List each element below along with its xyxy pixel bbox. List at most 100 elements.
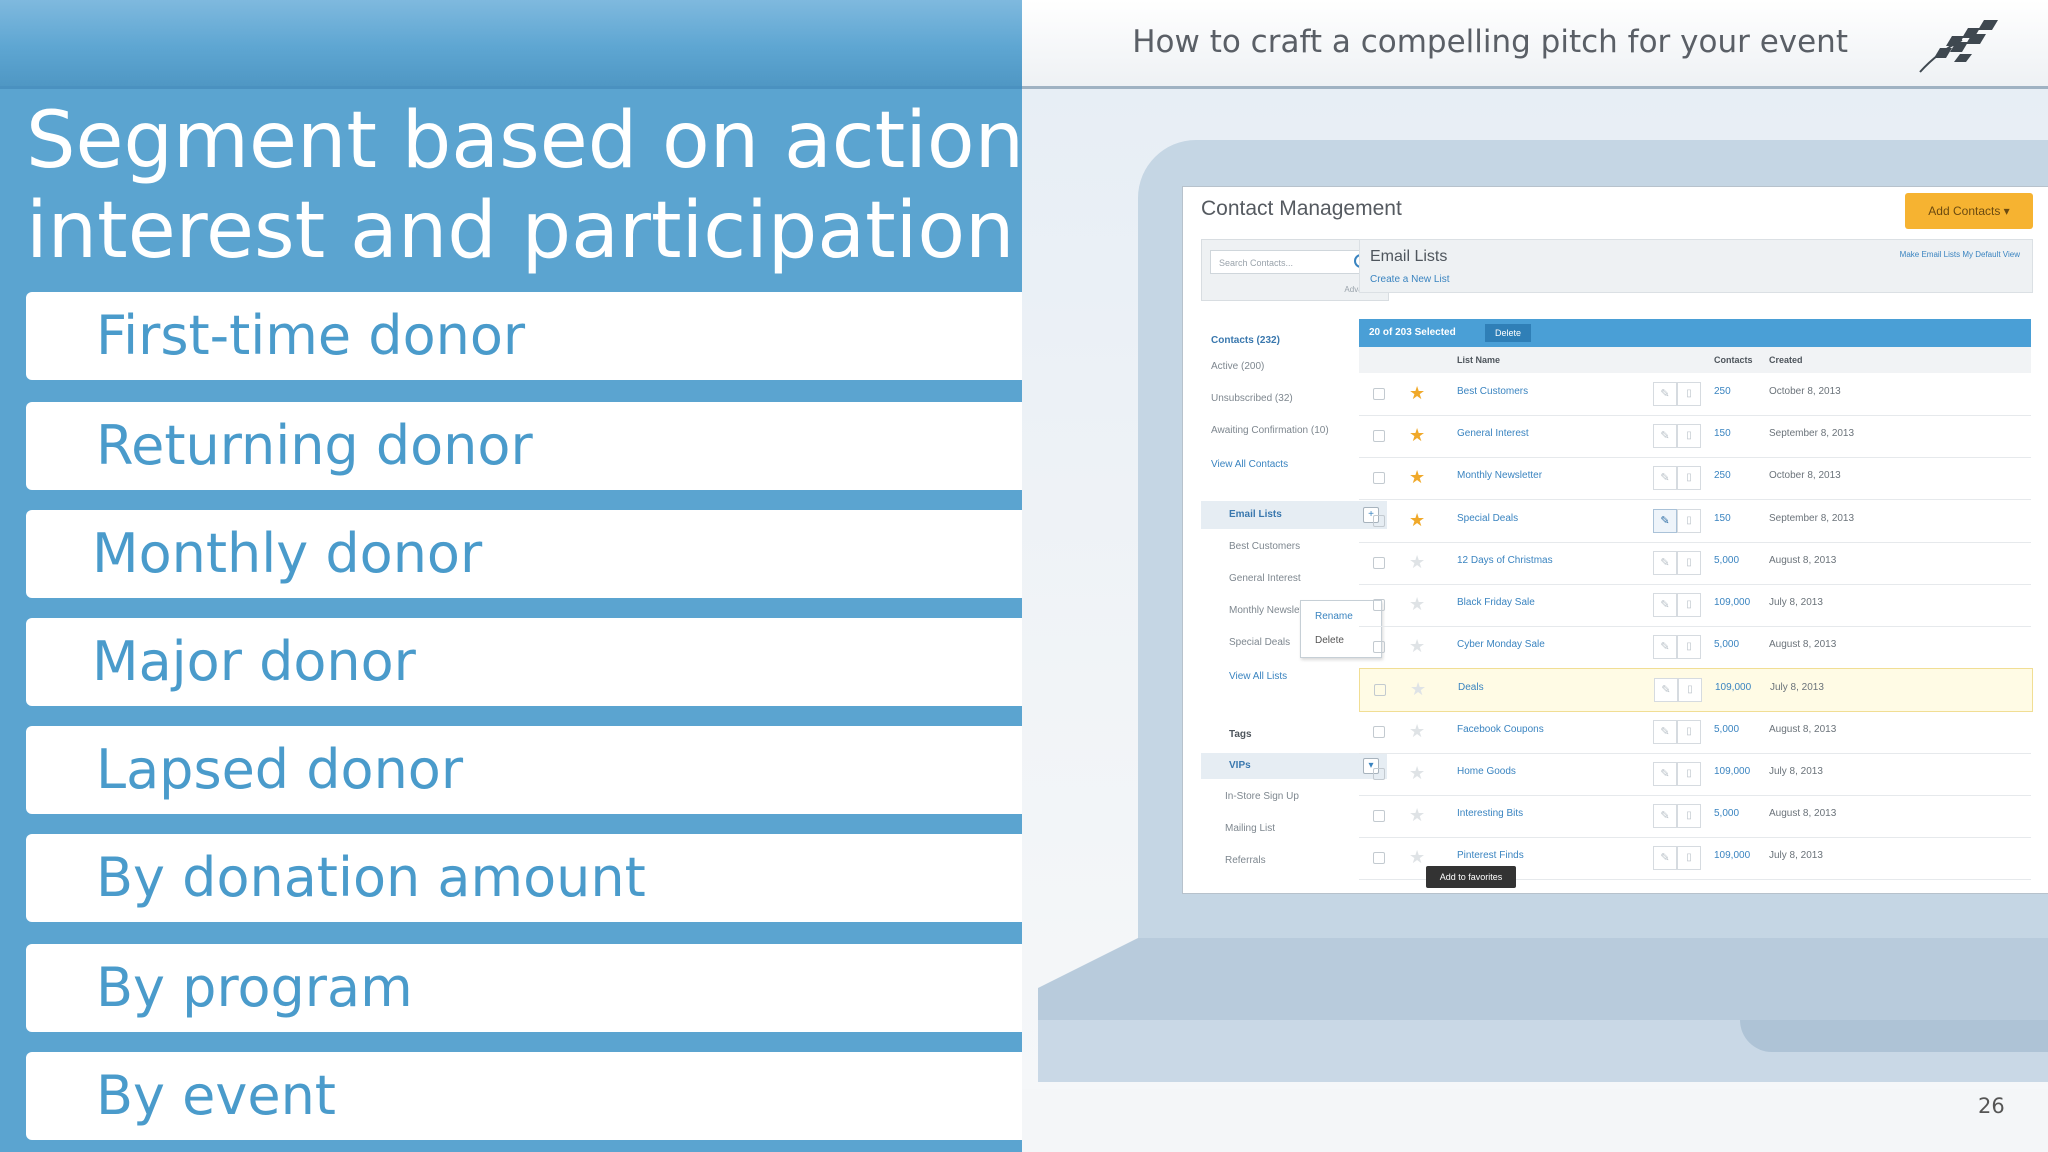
table-row[interactable]: ★ Best Customers ✎ ▯ 250 October 8, 2013 — [1359, 373, 2031, 416]
row-checkbox[interactable] — [1373, 472, 1385, 485]
segment-item: Lapsed donor — [26, 726, 1022, 814]
edit-icon[interactable]: ✎ — [1653, 550, 1677, 575]
edit-icon[interactable]: ✎ — [1653, 846, 1677, 871]
list-name[interactable]: Monthly Newsletter — [1457, 470, 1542, 481]
row-checkbox[interactable] — [1373, 599, 1385, 611]
list-name[interactable]: Deals — [1458, 682, 1484, 693]
star-icon[interactable]: ★ — [1409, 553, 1425, 571]
list-name[interactable]: Home Goods — [1457, 766, 1516, 777]
list-name[interactable]: Interesting Bits — [1457, 808, 1523, 819]
edit-icon[interactable]: ✎ — [1654, 678, 1678, 703]
edit-icon[interactable]: ✎ — [1653, 804, 1677, 828]
trash-icon[interactable]: ▯ — [1677, 761, 1701, 786]
trash-icon[interactable]: ▯ — [1677, 635, 1701, 660]
star-icon[interactable]: ★ — [1409, 595, 1425, 613]
table-row[interactable]: ★ General Interest ✎ ▯ 150 September 8, 2013 — [1359, 415, 2031, 459]
row-checkbox[interactable] — [1373, 388, 1385, 400]
row-checkbox[interactable] — [1373, 852, 1385, 865]
edit-icon[interactable]: ✎ — [1653, 382, 1677, 406]
table-row[interactable]: ★ Facebook Coupons ✎ ▯ 5,000 August 8, 2013 — [1359, 711, 2031, 754]
col-created[interactable]: Created — [1769, 347, 1803, 373]
edit-icon[interactable]: ✎ — [1653, 761, 1677, 786]
row-checkbox[interactable] — [1373, 767, 1385, 780]
star-icon[interactable]: ★ — [1409, 806, 1425, 824]
row-checkbox[interactable] — [1373, 430, 1385, 443]
make-default-checkbox[interactable]: Make Email Lists My Default View — [1900, 250, 2020, 259]
sidebar-item[interactable]: Referrals — [1225, 855, 1266, 866]
rename-menu-item[interactable]: Rename — [1315, 611, 1353, 622]
view-all-contacts-link[interactable]: View All Contacts — [1211, 459, 1288, 470]
view-all-lists-link[interactable]: View All Lists — [1229, 671, 1287, 682]
star-icon[interactable]: ★ — [1409, 511, 1425, 529]
trash-icon[interactable]: ▯ — [1677, 466, 1701, 491]
star-icon[interactable]: ★ — [1409, 426, 1425, 444]
contact-count: 109,000 — [1715, 682, 1752, 694]
segment-item: By donation amount — [26, 834, 1022, 922]
table-header: List Name Contacts Created — [1359, 347, 2031, 373]
edit-icon[interactable]: ✎ — [1653, 635, 1677, 660]
col-contacts[interactable]: Contacts — [1714, 347, 1753, 373]
edit-icon[interactable]: ✎ — [1653, 719, 1677, 744]
row-checkbox[interactable] — [1373, 556, 1385, 569]
star-icon[interactable]: ★ — [1409, 764, 1425, 782]
star-icon[interactable]: ★ — [1409, 468, 1425, 486]
sidebar-item[interactable]: Active (200) — [1211, 361, 1264, 372]
star-icon[interactable]: ★ — [1409, 722, 1425, 740]
trash-icon[interactable]: ▯ — [1677, 593, 1701, 617]
sidebar-item[interactable]: Unsubscribed (32) — [1211, 393, 1293, 404]
col-list-name[interactable]: List Name — [1457, 347, 1500, 373]
sidebar-item[interactable]: Special Deals — [1229, 637, 1290, 648]
edit-icon[interactable]: ✎ — [1653, 424, 1677, 449]
trash-icon[interactable]: ▯ — [1677, 382, 1701, 406]
table-row[interactable]: ★ 12 Days of Christmas ✎ ▯ 5,000 August 8, 20… — [1359, 542, 2031, 585]
row-checkbox[interactable] — [1373, 725, 1385, 738]
star-icon[interactable]: ★ — [1409, 637, 1425, 655]
list-name[interactable]: Cyber Monday Sale — [1457, 639, 1545, 650]
edit-icon[interactable]: ✎ — [1653, 466, 1677, 491]
sidebar-item[interactable]: Mailing List — [1225, 823, 1275, 834]
sidebar-contacts-head[interactable]: Contacts (232) — [1211, 335, 1280, 346]
segment-item: First-time donor — [26, 292, 1022, 380]
sidebar-item[interactable]: In-Store Sign Up — [1225, 791, 1299, 802]
trash-icon[interactable]: ▯ — [1677, 550, 1701, 575]
segment-item: Major donor — [26, 618, 1022, 706]
sidebar-item[interactable]: General Interest — [1229, 573, 1301, 584]
table-row[interactable]: ★ Cyber Monday Sale ✎ ▯ 5,000 August 8, 2013 — [1359, 626, 2031, 670]
edit-icon[interactable]: ✎ — [1653, 508, 1677, 533]
table-row[interactable]: ★ Deals ✎ ▯ 109,000 July 8, 2013 — [1359, 668, 2033, 713]
create-list-link[interactable]: Create a New List — [1370, 274, 1449, 285]
delete-menu-item[interactable]: Delete — [1315, 635, 1344, 646]
table-row[interactable]: ★ Special Deals ✎ ▯ 150 September 8, 2013 — [1359, 500, 2031, 543]
list-name[interactable]: General Interest — [1457, 428, 1529, 439]
star-icon[interactable]: ★ — [1409, 384, 1425, 402]
row-checkbox[interactable] — [1373, 641, 1385, 654]
delete-button[interactable]: Delete — [1485, 324, 1531, 342]
table-row[interactable]: ★ Black Friday Sale ✎ ▯ 109,000 July 8, 2013 — [1359, 584, 2031, 627]
table-row[interactable]: ★ Interesting Bits ✎ ▯ 5,000 August 8, 2013 — [1359, 795, 2031, 838]
list-name[interactable]: Best Customers — [1457, 386, 1528, 397]
edit-icon[interactable]: ✎ — [1653, 593, 1677, 617]
list-name[interactable]: Special Deals — [1457, 513, 1518, 524]
trash-icon[interactable]: ▯ — [1677, 508, 1701, 533]
row-checkbox[interactable] — [1373, 514, 1385, 527]
row-checkbox[interactable] — [1373, 810, 1385, 822]
sidebar-item[interactable]: Best Customers — [1229, 541, 1300, 552]
trash-icon[interactable]: ▯ — [1677, 846, 1701, 871]
table-row[interactable]: ★ Monthly Newsletter ✎ ▯ 250 October 8, 2013 — [1359, 457, 2031, 501]
list-name[interactable]: Facebook Coupons — [1457, 724, 1544, 735]
table-row[interactable]: ★ Home Goods ✎ ▯ 109,000 July 8, 2013 — [1359, 753, 2031, 796]
tags-head[interactable]: Tags — [1229, 729, 1252, 740]
list-name[interactable]: Black Friday Sale — [1457, 597, 1535, 608]
star-icon[interactable]: ★ — [1409, 848, 1425, 866]
trash-icon[interactable]: ▯ — [1678, 678, 1702, 703]
list-name[interactable]: 12 Days of Christmas — [1457, 555, 1553, 566]
created-date: October 8, 2013 — [1769, 386, 1841, 397]
trash-icon[interactable]: ▯ — [1677, 804, 1701, 828]
row-checkbox[interactable] — [1374, 684, 1386, 697]
trash-icon[interactable]: ▯ — [1677, 424, 1701, 449]
trash-icon[interactable]: ▯ — [1677, 719, 1701, 744]
list-name[interactable]: Pinterest Finds — [1457, 850, 1524, 861]
star-icon[interactable]: ★ — [1410, 680, 1426, 698]
sidebar-item[interactable]: Awaiting Confirmation (10) — [1211, 425, 1329, 436]
add-contacts-button[interactable]: Add Contacts ▾ — [1905, 193, 2033, 229]
